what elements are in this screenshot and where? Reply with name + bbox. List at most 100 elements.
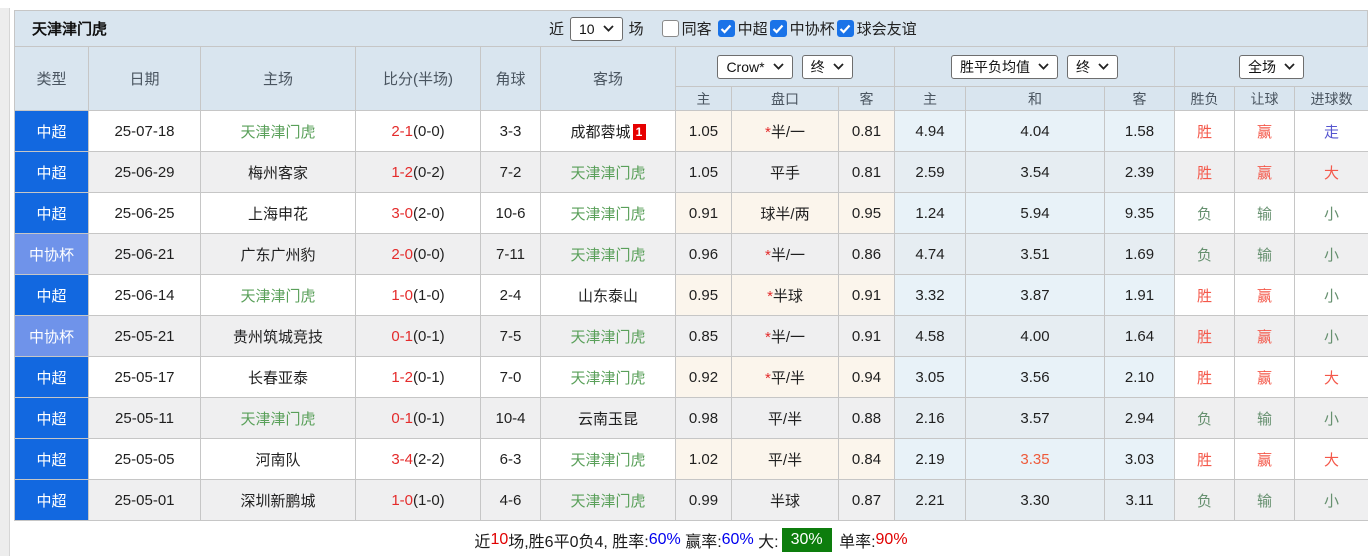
result: 胜: [1175, 152, 1235, 193]
avg-home: 1.24: [895, 193, 966, 234]
avg-draw: 3.56: [966, 357, 1105, 398]
odds-home: 0.99: [676, 480, 732, 521]
score: 0-1(0-1): [356, 398, 481, 439]
avg-type-select[interactable]: 胜平负均值: [951, 55, 1058, 79]
odds-away: 0.81: [839, 152, 895, 193]
odds-home: 1.05: [676, 111, 732, 152]
handicap-result: 赢: [1235, 111, 1295, 152]
handicap-result: 赢: [1235, 357, 1295, 398]
match-date: 25-06-29: [89, 152, 201, 193]
odds-home: 0.96: [676, 234, 732, 275]
match-date: 25-06-14: [89, 275, 201, 316]
result: 胜: [1175, 111, 1235, 152]
handicap-result: 赢: [1235, 275, 1295, 316]
result: 胜: [1175, 357, 1235, 398]
avg-home: 3.32: [895, 275, 966, 316]
col-header-away: 客场: [541, 47, 676, 111]
odds-home: 0.92: [676, 357, 732, 398]
odds-home: 0.98: [676, 398, 732, 439]
corners: 3-3: [481, 111, 541, 152]
avg-time-value: 终: [1076, 60, 1090, 74]
avg-home: 4.74: [895, 234, 966, 275]
match-row: 中超25-05-11天津津门虎0-1(0-1)10-4云南玉昆0.98平/半0.…: [15, 398, 1368, 439]
odds-home: 1.02: [676, 439, 732, 480]
scope-select[interactable]: 全场: [1239, 55, 1304, 79]
avg-home: 4.58: [895, 316, 966, 357]
corners: 7-5: [481, 316, 541, 357]
team-title: 天津津门虎: [32, 18, 107, 39]
match-row: 中超25-06-29梅州客家1-2(0-2)7-2天津津门虎1.05平手0.81…: [15, 152, 1368, 193]
score: 1-0(1-0): [356, 275, 481, 316]
venue-filter: 同客: [662, 18, 712, 39]
goals-total: 大: [1295, 439, 1368, 480]
odds-away: 0.88: [839, 398, 895, 439]
corners: 7-0: [481, 357, 541, 398]
goals-total: 小: [1295, 234, 1368, 275]
chevron-down-icon: [1038, 63, 1049, 70]
avg-draw: 4.00: [966, 316, 1105, 357]
avg-type-value: 胜平负均值: [960, 60, 1030, 74]
avg-home: 2.19: [895, 439, 966, 480]
league-filter-0-label: 中超: [738, 18, 768, 39]
avg-away: 1.64: [1105, 316, 1175, 357]
avg-draw: 3.57: [966, 398, 1105, 439]
corners: 7-11: [481, 234, 541, 275]
match-count-select[interactable]: 10: [570, 17, 623, 41]
stats-panel: 天津津门虎 近 10 场 同客 中超中协杯球会友谊 类型 日期 主场 比: [14, 10, 1368, 559]
league-filter-1-checkbox[interactable]: [770, 20, 787, 37]
footer-text: 单率:: [835, 528, 876, 552]
away-team: 山东泰山: [541, 275, 676, 316]
league-type: 中超: [15, 439, 89, 480]
home-team: 天津津门虎: [201, 275, 356, 316]
subcol-avg-draw: 和: [966, 87, 1105, 111]
check-icon: [839, 24, 851, 34]
page: { "title": "天津津门虎", "filters": { "recent…: [0, 0, 1368, 556]
match-date: 25-05-05: [89, 439, 201, 480]
result: 负: [1175, 234, 1235, 275]
match-row: 中超25-06-14天津津门虎1-0(1-0)2-4山东泰山0.95*半球0.9…: [15, 275, 1368, 316]
same-away-filter-checkbox[interactable]: [662, 20, 679, 37]
chevron-down-icon: [603, 25, 614, 32]
subcol-goals: 进球数: [1295, 87, 1368, 111]
odds-time-select[interactable]: 终: [802, 55, 853, 79]
col-header-corners: 角球: [481, 47, 541, 111]
avg-group-header: 胜平负均值 终: [895, 47, 1175, 87]
footer-over-badge: 30%: [782, 528, 832, 552]
handicap-result: 赢: [1235, 439, 1295, 480]
avg-draw: 4.04: [966, 111, 1105, 152]
avg-draw: 3.54: [966, 152, 1105, 193]
filter-bar: 近 10 场 同客 中超中协杯球会友谊: [549, 11, 917, 46]
handicap: 平/半: [732, 398, 839, 439]
rank-badge: 1: [633, 124, 646, 140]
goals-total: 大: [1295, 357, 1368, 398]
footer-text: 赢率:: [681, 528, 722, 552]
result: 负: [1175, 193, 1235, 234]
league-filter-0-checkbox[interactable]: [718, 20, 735, 37]
home-team: 深圳新鹏城: [201, 480, 356, 521]
corners: 10-6: [481, 193, 541, 234]
home-team: 天津津门虎: [201, 398, 356, 439]
footer-red-value: 10: [490, 531, 508, 549]
corners: 2-4: [481, 275, 541, 316]
match-row: 中超25-05-01深圳新鹏城1-0(1-0)4-6天津津门虎0.99半球0.8…: [15, 480, 1368, 521]
chevron-down-icon: [833, 63, 844, 70]
subcol-odds-home: 主: [676, 87, 732, 111]
summary-footer: 近10场,胜6平0负4, 胜率:60% 赢率:60% 大:30% 单率:90%: [14, 521, 1368, 559]
avg-draw: 3.51: [966, 234, 1105, 275]
league-filter-1-label: 中协杯: [790, 18, 835, 39]
odds-source-select[interactable]: Crow*: [717, 55, 792, 79]
goals-total: 小: [1295, 480, 1368, 521]
result: 胜: [1175, 275, 1235, 316]
avg-time-select[interactable]: 终: [1067, 55, 1118, 79]
scope-group-header: 全场: [1175, 47, 1368, 87]
goals-total: 大: [1295, 152, 1368, 193]
home-team: 上海申花: [201, 193, 356, 234]
odds-away: 0.91: [839, 275, 895, 316]
league-filter-2-label: 球会友谊: [857, 18, 917, 39]
avg-draw: 3.35: [966, 439, 1105, 480]
result: 胜: [1175, 439, 1235, 480]
col-header-date: 日期: [89, 47, 201, 111]
league-filter-2-checkbox[interactable]: [837, 20, 854, 37]
score: 1-2(0-2): [356, 152, 481, 193]
league-type: 中超: [15, 275, 89, 316]
